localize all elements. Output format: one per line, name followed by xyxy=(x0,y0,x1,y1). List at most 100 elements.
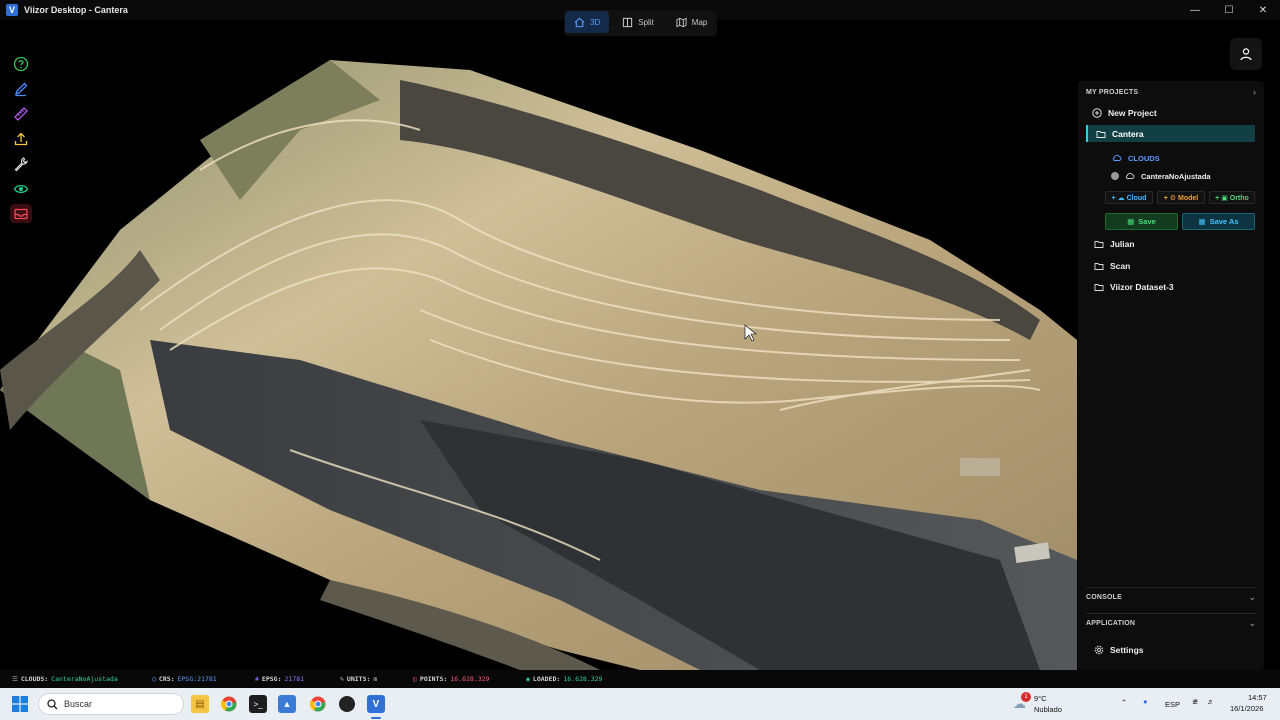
taskbar-terminal[interactable]: >_ xyxy=(249,695,267,713)
cloud-icon xyxy=(1125,172,1135,179)
taskbar-file-explorer[interactable]: ▤ xyxy=(191,695,209,713)
view-mode-tabs: 3D Split Map xyxy=(564,10,718,36)
microphone-icon[interactable]: ● xyxy=(1143,697,1148,706)
status-clouds: ☰ CLOUDS: CanteraNoAjustada xyxy=(12,670,118,688)
help-icon xyxy=(13,56,29,71)
taskbar-app-dark[interactable] xyxy=(338,695,356,713)
weather-widget[interactable]: ☁ 1 9°C Nublado xyxy=(1013,692,1083,716)
upload-icon xyxy=(14,132,28,145)
chrome-icon xyxy=(221,696,237,712)
console-header[interactable]: CONSOLE xyxy=(1086,594,1122,601)
viizor-icon: V xyxy=(372,698,380,710)
ruler-icon xyxy=(14,106,28,121)
chevron-down-icon[interactable]: ⌄ xyxy=(1248,618,1256,629)
plus-circle-icon xyxy=(1092,108,1102,118)
status-clouds-value: CanteraNoAjustada xyxy=(51,675,118,683)
hash-icon: # xyxy=(255,675,259,683)
help-button[interactable] xyxy=(10,54,32,73)
wifi-icon[interactable]: ≇ xyxy=(1192,697,1198,706)
tab-3d[interactable]: 3D xyxy=(565,11,610,33)
add-ortho-button[interactable]: + ▣ Ortho xyxy=(1209,191,1255,204)
status-bar: ☰ CLOUDS: CanteraNoAjustada ◯ CRS: EPSG:… xyxy=(0,670,1280,688)
search-icon xyxy=(47,698,58,709)
save-button[interactable]: ▦ Save xyxy=(1105,213,1178,230)
taskbar-chrome-2[interactable] xyxy=(309,695,327,713)
status-epsg-key: EPSG: xyxy=(261,675,282,683)
clock-time[interactable]: 14:57 xyxy=(1248,693,1267,702)
status-loaded-key: LOADED: xyxy=(532,675,561,683)
minimize-button[interactable]: — xyxy=(1178,0,1212,20)
tab-split[interactable]: Split xyxy=(613,11,663,33)
app-logo: V xyxy=(6,4,18,16)
status-epsg: # EPSG: 21781 xyxy=(255,670,304,688)
tools-button[interactable] xyxy=(10,154,32,173)
taskbar-viizor[interactable]: V xyxy=(367,695,385,713)
os-taskbar: Buscar ▤ >_ ▲ V ☁ 1 9°C Nublado ⌃ ● ESP … xyxy=(0,688,1280,720)
status-clouds-key: CLOUDS: xyxy=(20,675,49,683)
split-icon xyxy=(623,17,633,27)
point-cloud-render xyxy=(0,60,1077,670)
projects-panel: MY PROJECTS › New Project Cantera CLOUDS… xyxy=(1078,81,1264,670)
cloud-item[interactable]: CanteraNoAjustada xyxy=(1111,171,1211,181)
start-button[interactable] xyxy=(12,696,28,712)
collapse-panel-icon[interactable]: › xyxy=(1253,87,1256,97)
chevron-down-icon[interactable]: ⌄ xyxy=(1248,592,1256,603)
project-item-scan[interactable]: Scan xyxy=(1094,261,1130,271)
upload-button[interactable] xyxy=(10,129,32,148)
draw-button[interactable] xyxy=(10,79,32,98)
project-name: Viizor Dataset-3 xyxy=(1110,282,1174,292)
weather-temp: 9°C xyxy=(1034,694,1047,703)
settings-button[interactable]: Settings xyxy=(1094,645,1144,655)
language-indicator[interactable]: ESP xyxy=(1165,700,1180,709)
divider xyxy=(1086,613,1256,614)
user-account-button[interactable] xyxy=(1230,38,1262,70)
maximize-button[interactable]: ☐ xyxy=(1212,0,1246,20)
tab-map[interactable]: Map xyxy=(667,11,717,33)
eye-icon xyxy=(13,184,29,193)
clock-date[interactable]: 16/1/2026 xyxy=(1230,704,1263,713)
eye-icon: ◉ xyxy=(526,675,530,683)
add-model-button[interactable]: + ⚙ Model xyxy=(1157,191,1205,204)
status-units-value: m xyxy=(373,675,378,683)
folder-icon xyxy=(1096,130,1106,138)
status-units: ✎ UNITS: m xyxy=(340,670,377,688)
taskbar-photos[interactable]: ▲ xyxy=(278,695,296,713)
volume-icon[interactable]: ♬ xyxy=(1207,697,1215,706)
tab-3d-label: 3D xyxy=(590,17,601,27)
globe-icon: ◯ xyxy=(152,675,156,683)
visibility-dot[interactable] xyxy=(1111,172,1119,180)
divider xyxy=(1086,587,1256,588)
project-item-viizor-dataset-3[interactable]: Viizor Dataset-3 xyxy=(1094,282,1174,292)
status-points-key: POINTS: xyxy=(419,675,448,683)
project-item-cantera[interactable]: Cantera xyxy=(1086,125,1255,142)
status-crs-value: EPSG:21781 xyxy=(177,675,217,683)
status-crs-key: CRS: xyxy=(158,675,175,683)
tab-split-label: Split xyxy=(638,17,654,27)
search-placeholder: Buscar xyxy=(64,699,93,709)
wrench-icon xyxy=(14,156,28,171)
inbox-button[interactable] xyxy=(10,204,32,223)
close-button[interactable]: ✕ xyxy=(1246,0,1280,20)
window-title: Viizor Desktop - Cantera xyxy=(24,5,128,15)
layers-icon: ☰ xyxy=(12,675,18,683)
save-icon: ▦ xyxy=(1127,217,1135,226)
point-cloud-viewport[interactable] xyxy=(0,40,1077,670)
application-header[interactable]: APPLICATION xyxy=(1086,620,1135,627)
new-project-button[interactable]: New Project xyxy=(1092,108,1157,118)
visibility-button[interactable] xyxy=(10,179,32,198)
new-project-label: New Project xyxy=(1108,108,1157,118)
chevron-up-icon[interactable]: ⌃ xyxy=(1121,698,1127,707)
add-cloud-button[interactable]: + ☁ Cloud xyxy=(1105,191,1153,204)
measure-button[interactable] xyxy=(10,104,32,123)
chrome-icon xyxy=(310,696,326,712)
folder-icon xyxy=(1094,241,1104,248)
taskbar-search[interactable]: Buscar xyxy=(38,693,184,715)
project-item-julian[interactable]: Julian xyxy=(1094,239,1135,249)
gear-icon xyxy=(1094,645,1104,655)
tab-map-label: Map xyxy=(691,17,708,27)
app-icon xyxy=(339,696,355,712)
taskbar-chrome[interactable] xyxy=(220,695,238,713)
save-as-button[interactable]: ▦ Save As xyxy=(1182,213,1255,230)
cloud-icon xyxy=(1112,154,1122,161)
image-icon: ▲ xyxy=(282,699,292,709)
